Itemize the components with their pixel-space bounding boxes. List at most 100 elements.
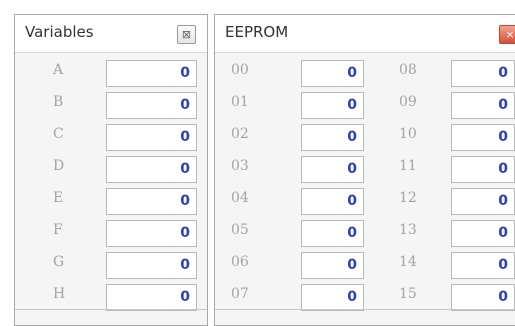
eeprom-row-11: 11 0 [365,156,515,183]
eeprom-row-value-field[interactable]: 0 [301,284,364,311]
variable-row-label: D [53,158,65,174]
eeprom-row-label: 10 [399,126,417,142]
eeprom-row-label: 09 [399,94,417,110]
eeprom-row-label: 03 [231,158,249,174]
eeprom-row-02: 02 0 [215,124,365,151]
eeprom-row-value: 0 [498,289,508,305]
eeprom-row-value-field[interactable]: 0 [451,60,515,87]
variable-row-value: 0 [180,193,190,209]
eeprom-row-04: 04 0 [215,188,365,215]
eeprom-panel: EEPROM × 00 0 01 0 02 0 03 0 04 0 05 0 06 0 07 0 08 0 09 0 1… [214,14,515,326]
variable-row-value: 0 [180,257,190,273]
eeprom-row-value: 0 [347,65,357,81]
variable-row-d: D0 [15,156,207,183]
eeprom-title-divider [215,52,515,53]
eeprom-row-value: 0 [347,225,357,241]
eeprom-row-label: 12 [399,190,417,206]
eeprom-row-06: 06 0 [215,252,365,279]
eeprom-row-value: 0 [347,97,357,113]
eeprom-row-value-field[interactable]: 0 [451,252,515,279]
eeprom-row-value: 0 [498,97,508,113]
eeprom-row-label: 07 [231,286,249,302]
variable-row-value-field[interactable]: 0 [106,60,197,87]
eeprom-row-value-field[interactable]: 0 [301,124,364,151]
variable-row-a: A0 [15,60,207,87]
variable-row-value: 0 [180,65,190,81]
variable-row-label: F [53,222,63,238]
eeprom-titlebar: EEPROM × [215,15,515,52]
eeprom-row-label: 05 [231,222,249,238]
eeprom-row-value-field[interactable]: 0 [301,220,364,247]
eeprom-row-value: 0 [498,225,508,241]
eeprom-row-05: 05 0 [215,220,365,247]
variables-close-icon[interactable]: ⊠ [177,25,196,44]
eeprom-row-label: 13 [399,222,417,238]
eeprom-row-value: 0 [347,257,357,273]
variable-row-value-field[interactable]: 0 [106,284,197,311]
eeprom-row-value-field[interactable]: 0 [301,156,364,183]
eeprom-row-value: 0 [347,161,357,177]
eeprom-row-value: 0 [498,257,508,273]
eeprom-row-value: 0 [347,193,357,209]
variable-row-value-field[interactable]: 0 [106,124,197,151]
eeprom-row-03: 03 0 [215,156,365,183]
variable-row-g: G0 [15,252,207,279]
eeprom-bottom-divider [215,309,515,310]
variable-row-value: 0 [180,97,190,113]
variable-row-c: C0 [15,124,207,151]
eeprom-row-value: 0 [498,193,508,209]
eeprom-row-value-field[interactable]: 0 [301,92,364,119]
eeprom-row-01: 01 0 [215,92,365,119]
variable-row-label: C [53,126,64,142]
eeprom-row-07: 07 0 [215,284,365,311]
eeprom-row-label: 08 [399,62,417,78]
variable-row-f: F0 [15,220,207,247]
eeprom-row-label: 01 [231,94,249,110]
variable-row-value-field[interactable]: 0 [106,188,197,215]
eeprom-row-value: 0 [347,129,357,145]
variables-title-divider [15,52,207,53]
eeprom-row-value: 0 [498,161,508,177]
eeprom-row-15: 15 0 [365,284,515,311]
variable-row-value: 0 [180,129,190,145]
variable-row-value-field[interactable]: 0 [106,156,197,183]
variable-row-value: 0 [180,161,190,177]
eeprom-row-label: 02 [231,126,249,142]
variable-row-label: B [53,94,64,110]
variable-row-label: G [53,254,65,270]
variable-row-value: 0 [180,289,190,305]
variable-row-label: E [53,190,64,206]
eeprom-row-value-field[interactable]: 0 [301,60,364,87]
eeprom-row-12: 12 0 [365,188,515,215]
variables-panel: Variables ⊠ A0B0C0D0E0F0G0H0 [14,14,208,326]
eeprom-row-label: 06 [231,254,249,270]
eeprom-row-value-field[interactable]: 0 [301,252,364,279]
eeprom-row-value-field[interactable]: 0 [451,220,515,247]
eeprom-row-value-field[interactable]: 0 [451,124,515,151]
variables-bottom-divider [15,309,207,310]
eeprom-row-label: 15 [399,286,417,302]
eeprom-row-value-field[interactable]: 0 [451,188,515,215]
eeprom-row-value-field[interactable]: 0 [451,156,515,183]
variable-row-value: 0 [180,225,190,241]
variables-titlebar: Variables ⊠ [15,15,207,52]
eeprom-row-label: 11 [399,158,417,174]
eeprom-title: EEPROM [225,23,289,41]
eeprom-row-08: 08 0 [365,60,515,87]
eeprom-row-value: 0 [347,289,357,305]
eeprom-close-icon[interactable]: × [499,25,515,44]
eeprom-row-value-field[interactable]: 0 [451,92,515,119]
eeprom-row-13: 13 0 [365,220,515,247]
eeprom-row-value: 0 [498,129,508,145]
eeprom-row-label: 14 [399,254,417,270]
eeprom-row-value-field[interactable]: 0 [301,188,364,215]
eeprom-row-00: 00 0 [215,60,365,87]
variable-row-value-field[interactable]: 0 [106,220,197,247]
variable-row-value-field[interactable]: 0 [106,252,197,279]
variable-row-label: H [53,286,66,302]
eeprom-row-label: 04 [231,190,249,206]
variable-row-e: E0 [15,188,207,215]
eeprom-row-value: 0 [498,65,508,81]
variable-row-value-field[interactable]: 0 [106,92,197,119]
eeprom-row-value-field[interactable]: 0 [451,284,515,311]
